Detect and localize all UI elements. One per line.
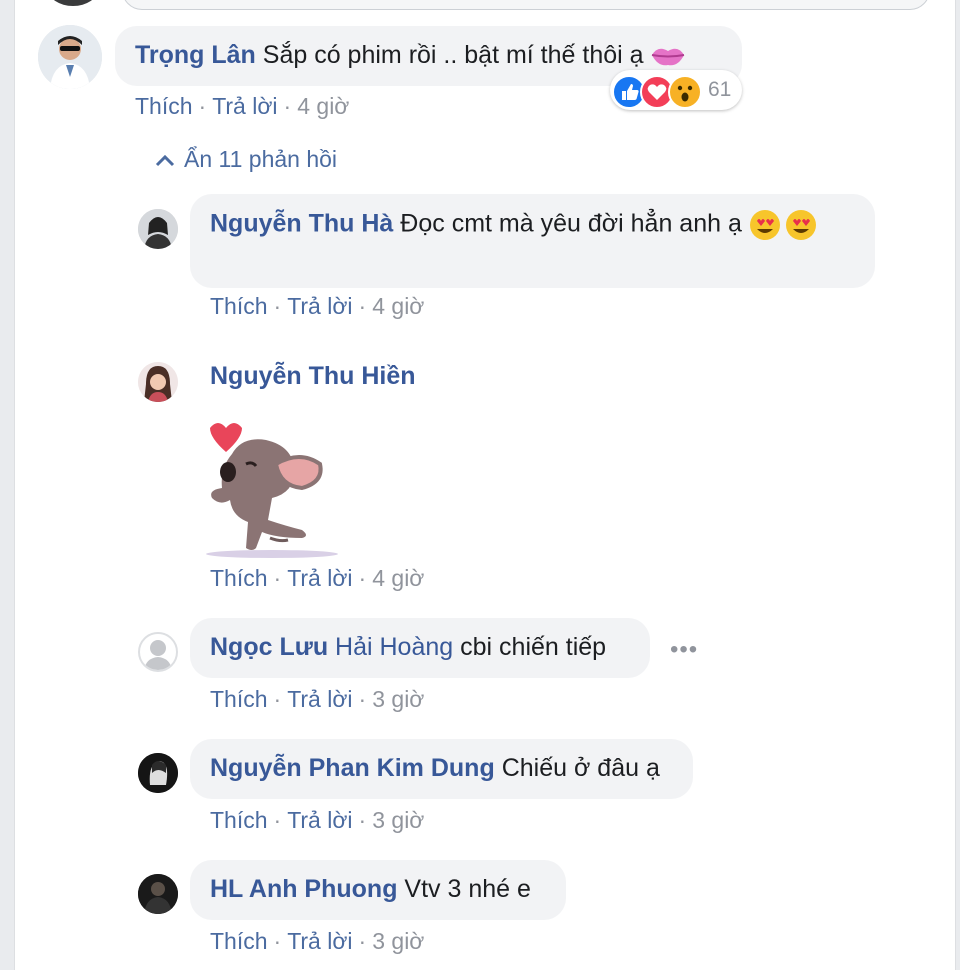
reply-link[interactable]: Trả lời bbox=[212, 93, 277, 119]
comment-bubble: Nguyễn Phan Kim Dung Chiếu ở đâu ạ bbox=[190, 739, 693, 799]
avatar[interactable] bbox=[138, 874, 178, 914]
chevron-up-icon bbox=[155, 154, 175, 166]
reply-link[interactable]: Trả lời bbox=[287, 686, 352, 712]
comment-actions: Thích · Trả lời · 3 giờ bbox=[210, 686, 424, 713]
wow-icon bbox=[668, 75, 702, 109]
comment-bubble: HL Anh Phuong Vtv 3 nhé e bbox=[190, 860, 566, 920]
timestamp[interactable]: 4 giờ bbox=[372, 293, 424, 319]
separator: · bbox=[273, 293, 282, 319]
comment-text: Vtv 3 nhé e bbox=[404, 875, 531, 903]
separator: · bbox=[273, 928, 282, 954]
avatar-photo bbox=[138, 874, 178, 914]
avatar[interactable] bbox=[138, 362, 178, 402]
like-link[interactable]: Thích bbox=[210, 928, 268, 954]
separator: · bbox=[283, 93, 292, 119]
separator: · bbox=[273, 686, 282, 712]
separator: · bbox=[273, 807, 282, 833]
separator: · bbox=[358, 565, 367, 591]
timestamp[interactable]: 3 giờ bbox=[372, 807, 424, 833]
reply-link[interactable]: Trả lời bbox=[287, 807, 352, 833]
comment-bubble: Nguyễn Thu Hà Đọc cmt mà yêu đời hẳn anh… bbox=[190, 194, 875, 288]
like-link[interactable]: Thích bbox=[210, 686, 268, 712]
separator: · bbox=[358, 807, 367, 833]
comment-actions: Thích · Trả lời · 3 giờ bbox=[210, 807, 424, 834]
comment-author[interactable]: Ngọc Lưu bbox=[210, 633, 328, 661]
comment-actions: Thích · Trả lời · 4 giờ bbox=[135, 93, 349, 120]
separator: · bbox=[273, 565, 282, 591]
kiss-lips-icon bbox=[652, 49, 685, 66]
tagged-user[interactable]: Hải Hoàng bbox=[335, 633, 453, 661]
avatar-photo bbox=[38, 25, 102, 89]
separator: · bbox=[358, 686, 367, 712]
avatar-photo bbox=[138, 209, 178, 249]
separator: · bbox=[198, 93, 207, 119]
dog-sticker-icon[interactable] bbox=[192, 420, 352, 560]
avatar[interactable] bbox=[138, 753, 178, 793]
comment-author[interactable]: Trọng Lân bbox=[135, 41, 256, 69]
like-link[interactable]: Thích bbox=[210, 807, 268, 833]
avatar[interactable] bbox=[138, 209, 178, 249]
reaction-count: 61 bbox=[708, 78, 732, 101]
comment-author[interactable]: Nguyễn Thu Hà bbox=[210, 210, 393, 238]
timestamp[interactable]: 4 giờ bbox=[372, 565, 424, 591]
comment-author-wrap: Nguyễn Thu Hiền bbox=[210, 362, 416, 391]
like-link[interactable]: Thích bbox=[135, 93, 193, 119]
comment-author[interactable]: HL Anh Phuong bbox=[210, 875, 397, 903]
comment-bubble: Ngọc Lưu Hải Hoàng cbi chiến tiếp bbox=[190, 618, 650, 678]
hide-replies-label: Ẩn 11 phản hồi bbox=[184, 146, 338, 172]
avatar[interactable] bbox=[138, 632, 178, 672]
comment-author[interactable]: Nguyễn Thu Hiền bbox=[210, 362, 416, 390]
timestamp[interactable]: 3 giờ bbox=[372, 928, 424, 954]
comment-text: Sắp có phim rồi .. bật mí thế thôi ạ bbox=[262, 41, 644, 69]
comment-text: cbi chiến tiếp bbox=[460, 633, 607, 661]
comment-actions: Thích · Trả lời · 4 giờ bbox=[210, 565, 424, 592]
like-link[interactable]: Thích bbox=[210, 565, 268, 591]
reply-link[interactable]: Trả lời bbox=[287, 928, 352, 954]
like-link[interactable]: Thích bbox=[210, 293, 268, 319]
default-avatar-icon bbox=[144, 640, 172, 670]
reactions-summary[interactable]: 61 bbox=[610, 70, 742, 110]
separator: · bbox=[358, 928, 367, 954]
timestamp[interactable]: 3 giờ bbox=[372, 686, 424, 712]
separator: · bbox=[358, 293, 367, 319]
avatar-photo bbox=[138, 753, 178, 793]
avatar-photo bbox=[138, 362, 178, 402]
reply-link[interactable]: Trả lời bbox=[287, 565, 352, 591]
avatar[interactable] bbox=[38, 25, 102, 89]
reply-link[interactable]: Trả lời bbox=[287, 293, 352, 319]
comment-text: Chiếu ở đâu ạ bbox=[501, 754, 660, 782]
hide-replies-link[interactable]: Ẩn 11 phản hồi bbox=[154, 146, 337, 173]
comment-text: Đọc cmt mà yêu đời hẳn anh ạ bbox=[400, 209, 742, 238]
heart-eyes-emoji-icon bbox=[749, 210, 816, 240]
comment-actions: Thích · Trả lời · 4 giờ bbox=[210, 293, 424, 320]
comment-input[interactable] bbox=[122, 0, 930, 10]
comment-author[interactable]: Nguyễn Phan Kim Dung bbox=[210, 754, 495, 782]
more-options-icon[interactable]: ••• bbox=[670, 636, 698, 664]
comment-actions: Thích · Trả lời · 3 giờ bbox=[210, 928, 424, 955]
timestamp[interactable]: 4 giờ bbox=[297, 93, 349, 119]
